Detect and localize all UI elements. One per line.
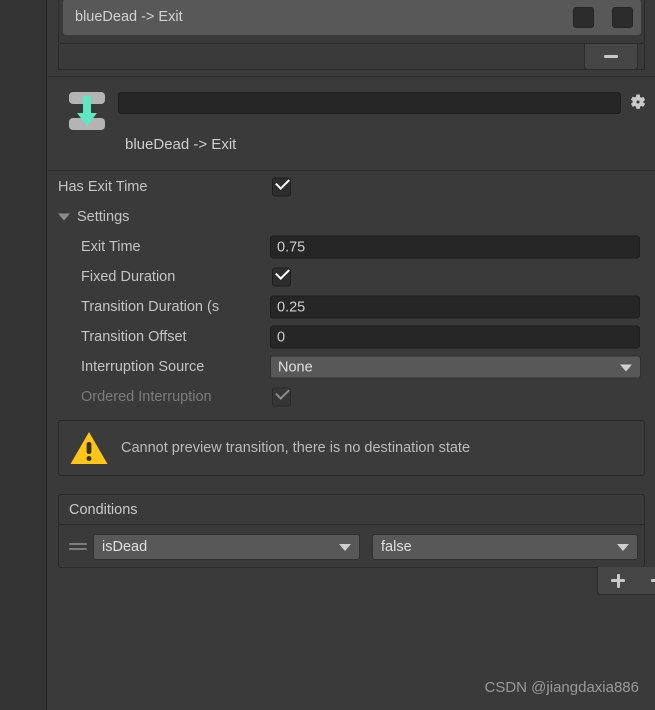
- label-fixed-duration: Fixed Duration: [81, 269, 176, 285]
- transition-list: blueDead -> Exit: [58, 0, 645, 44]
- solo-toggle[interactable]: [573, 6, 594, 28]
- value-transition-offset: 0: [277, 329, 286, 345]
- label-ordered-interruption: Ordered Interruption: [81, 389, 212, 405]
- warning-message: Cannot preview transition, there is no d…: [121, 440, 471, 456]
- conditions-add-remove-group: [597, 567, 655, 595]
- label-interruption-source: Interruption Source: [81, 359, 205, 375]
- input-transition-duration[interactable]: 0.25: [270, 295, 640, 319]
- property-row-transition-duration: Transition Duration (s 0.25: [48, 292, 655, 322]
- property-row-fixed-duration: Fixed Duration: [48, 262, 655, 292]
- property-row-settings[interactable]: Settings: [48, 202, 655, 232]
- mute-toggle[interactable]: [612, 6, 633, 28]
- conditions-footer: [58, 567, 655, 595]
- transition-title: blueDead -> Exit: [125, 136, 237, 153]
- chevron-down-icon: [620, 364, 632, 371]
- chevron-down-icon: [617, 543, 629, 551]
- conditions-header: Conditions: [59, 495, 644, 525]
- transition-properties: Has Exit Time Settings Exit Time 0.75 Fi…: [48, 172, 655, 412]
- property-row-transition-offset: Transition Offset 0: [48, 322, 655, 352]
- checkbox-fixed-duration[interactable]: [272, 265, 291, 287]
- plus-icon: [611, 573, 625, 588]
- property-row-exit-time: Exit Time 0.75: [48, 232, 655, 262]
- minus-icon: [604, 55, 618, 58]
- conditions-box: Conditions isDead false: [58, 494, 645, 568]
- unity-inspector-transition-panel: blueDead -> Exit blueDead -> Exit Has Ex…: [0, 0, 655, 710]
- transition-row-toggles: [573, 6, 633, 28]
- transition-list-row-label: blueDead -> Exit: [75, 9, 183, 25]
- left-gutter: [0, 0, 47, 710]
- label-transition-duration: Transition Duration (s: [81, 299, 220, 315]
- warning-triangle-icon: [69, 430, 109, 466]
- foldout-arrow-icon[interactable]: [58, 213, 70, 221]
- remove-condition-button[interactable]: [643, 568, 655, 594]
- value-exit-time: 0.75: [277, 239, 306, 255]
- label-exit-time: Exit Time: [81, 239, 141, 255]
- minus-icon: [651, 579, 655, 582]
- transition-header: blueDead -> Exit: [48, 78, 655, 170]
- checkbox-ordered-interruption: [272, 385, 291, 407]
- conditions-header-label: Conditions: [69, 501, 138, 518]
- label-transition-offset: Transition Offset: [81, 329, 187, 345]
- inspector-panel: blueDead -> Exit blueDead -> Exit Has Ex…: [48, 0, 655, 710]
- transition-icon: [66, 90, 108, 132]
- input-transition-offset[interactable]: 0: [270, 325, 640, 349]
- property-row-ordered-interruption: Ordered Interruption: [48, 382, 655, 412]
- drag-handle-icon[interactable]: [69, 542, 87, 552]
- dropdown-interruption-source[interactable]: None: [270, 355, 641, 379]
- input-exit-time[interactable]: 0.75: [270, 235, 640, 259]
- value-transition-duration: 0.25: [277, 299, 306, 315]
- property-row-interruption-source: Interruption Source None: [48, 352, 655, 382]
- transition-list-footer: [58, 44, 645, 70]
- label-settings: Settings: [77, 209, 130, 225]
- condition-row: isDead false: [59, 526, 644, 567]
- transition-name-input[interactable]: [118, 92, 621, 114]
- header-top-divider: [48, 76, 655, 77]
- value-interruption-source: None: [278, 359, 313, 375]
- warning-box: Cannot preview transition, there is no d…: [58, 420, 645, 476]
- dropdown-condition-value[interactable]: false: [372, 533, 638, 560]
- dropdown-condition-parameter[interactable]: isDead: [93, 533, 360, 560]
- label-has-exit-time: Has Exit Time: [58, 179, 148, 195]
- watermark: CSDN @jiangdaxia886: [484, 679, 639, 696]
- value-condition-parameter: isDead: [102, 538, 148, 555]
- gear-icon[interactable]: [629, 93, 647, 111]
- value-condition-value: false: [381, 538, 412, 555]
- header-bottom-divider: [48, 170, 655, 171]
- chevron-down-icon: [339, 543, 351, 551]
- transition-list-row[interactable]: blueDead -> Exit: [63, 0, 641, 35]
- property-row-has-exit-time: Has Exit Time: [48, 172, 655, 202]
- checkbox-has-exit-time[interactable]: [272, 175, 291, 197]
- remove-transition-button[interactable]: [584, 44, 638, 70]
- add-condition-button[interactable]: [603, 568, 633, 594]
